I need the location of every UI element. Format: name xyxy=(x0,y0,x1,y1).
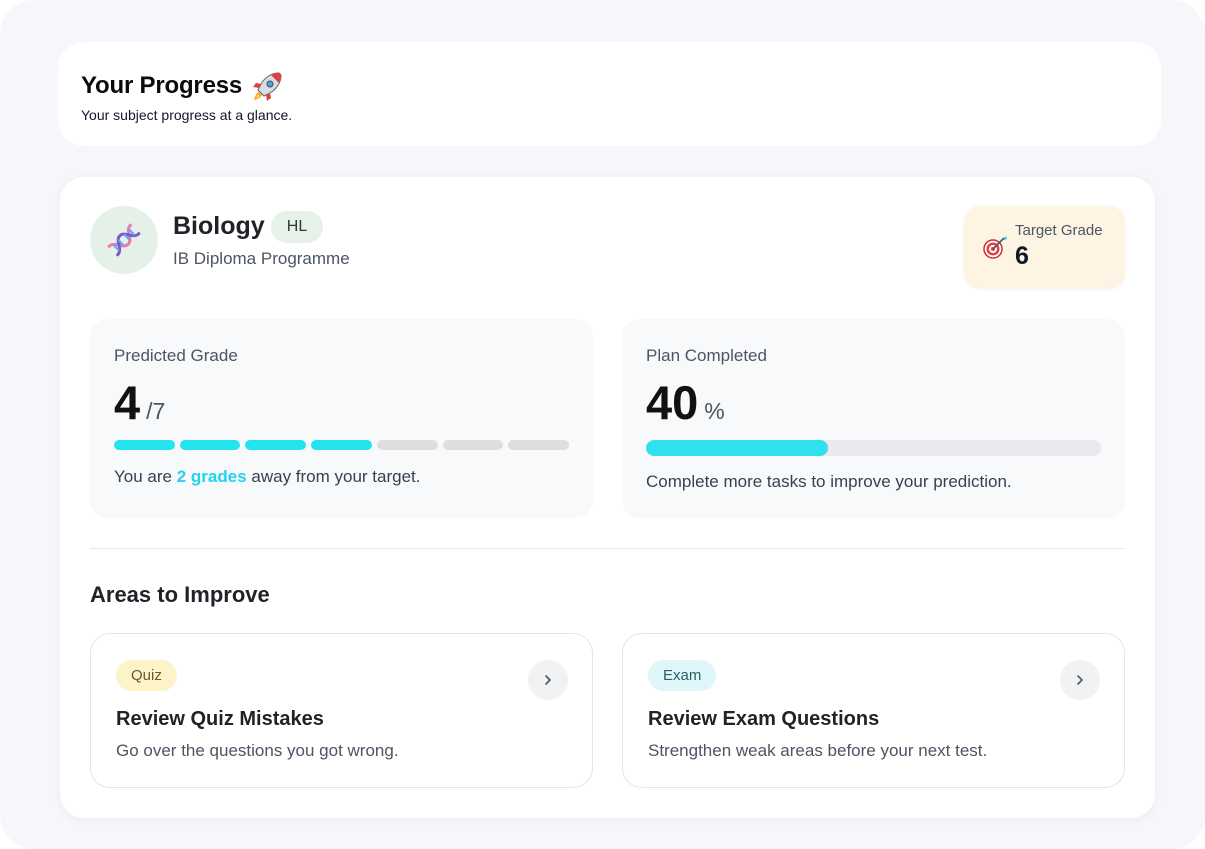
grade-segment-bar xyxy=(114,440,570,450)
grade-segment-empty xyxy=(376,440,438,450)
plan-completed-value: 40 xyxy=(646,376,699,429)
message-prefix: You are xyxy=(114,467,177,486)
quiz-tag: Quiz xyxy=(116,660,177,691)
open-exam-button[interactable] xyxy=(1060,660,1100,700)
predicted-grade-display: 4 /7 xyxy=(114,377,165,429)
plan-completed-message: Complete more tasks to improve your pred… xyxy=(646,472,1012,491)
subject-name: Biology xyxy=(173,212,265,240)
areas-to-improve-heading: Areas to Improve xyxy=(90,582,270,607)
page-title-text: Your Progress xyxy=(81,72,243,99)
subject-programme: IB Diploma Programme xyxy=(173,249,350,268)
grade-segment-empty xyxy=(442,440,504,450)
grade-segment-filled xyxy=(114,440,175,450)
chevron-right-icon xyxy=(545,675,551,685)
target-grade-card: Target Grade 6 xyxy=(964,206,1125,288)
area-description: Strengthen weak areas before your next t… xyxy=(648,741,988,760)
plan-completed-label: Plan Completed xyxy=(646,346,767,365)
exam-tag: Exam xyxy=(648,660,717,691)
plan-completed-unit: % xyxy=(704,398,725,424)
page-subtitle: Your subject progress at a glance. xyxy=(81,107,293,123)
section-divider xyxy=(90,548,1125,549)
predicted-grade-max: /7 xyxy=(146,398,166,424)
rocket-icon xyxy=(253,72,282,101)
app-frame: Your Progress Your subject progress at a… xyxy=(0,0,1205,849)
area-card-exam[interactable]: Exam Review Exam Questions Strengthen we… xyxy=(622,633,1125,788)
header-card: Your Progress Your subject progress at a… xyxy=(58,42,1161,146)
grades-away-highlight: 2 grades xyxy=(176,467,247,486)
message-suffix: away from your target. xyxy=(246,467,421,486)
subject-progress-card: Biology HL IB Diploma Programme Target G… xyxy=(60,177,1155,818)
plan-progress-fill xyxy=(646,440,828,456)
plan-progress-bar xyxy=(646,440,1101,456)
plan-completed-card: Plan Completed 40 % Complete more tasks … xyxy=(622,319,1125,518)
area-title: Review Exam Questions xyxy=(648,708,880,730)
target-grade-value: 6 xyxy=(1015,242,1029,270)
grade-segment-empty xyxy=(508,440,570,450)
grade-segment-filled xyxy=(245,440,307,450)
grade-segment-filled xyxy=(179,440,241,450)
target-grade-label: Target Grade xyxy=(1015,222,1103,239)
grade-segment-filled xyxy=(311,440,372,450)
area-card-quiz[interactable]: Quiz Review Quiz Mistakes Go over the qu… xyxy=(90,633,593,788)
area-description: Go over the questions you got wrong. xyxy=(116,741,399,760)
predicted-grade-label: Predicted Grade xyxy=(114,346,238,365)
predicted-grade-value: 4 xyxy=(114,376,141,429)
open-quiz-button[interactable] xyxy=(528,660,568,700)
level-badge: HL xyxy=(271,211,323,243)
page-title: Your Progress xyxy=(81,68,286,104)
chevron-right-icon xyxy=(1077,675,1083,685)
area-title: Review Quiz Mistakes xyxy=(116,708,324,730)
predicted-grade-message: You are 2 grades away from your target. xyxy=(114,467,421,487)
dart-target-icon xyxy=(983,236,1007,259)
predicted-grade-card: Predicted Grade 4 /7 You are 2 grades aw… xyxy=(90,319,593,518)
plan-completed-display: 40 % xyxy=(646,377,725,429)
dna-icon xyxy=(107,223,141,257)
subject-avatar xyxy=(90,206,158,274)
